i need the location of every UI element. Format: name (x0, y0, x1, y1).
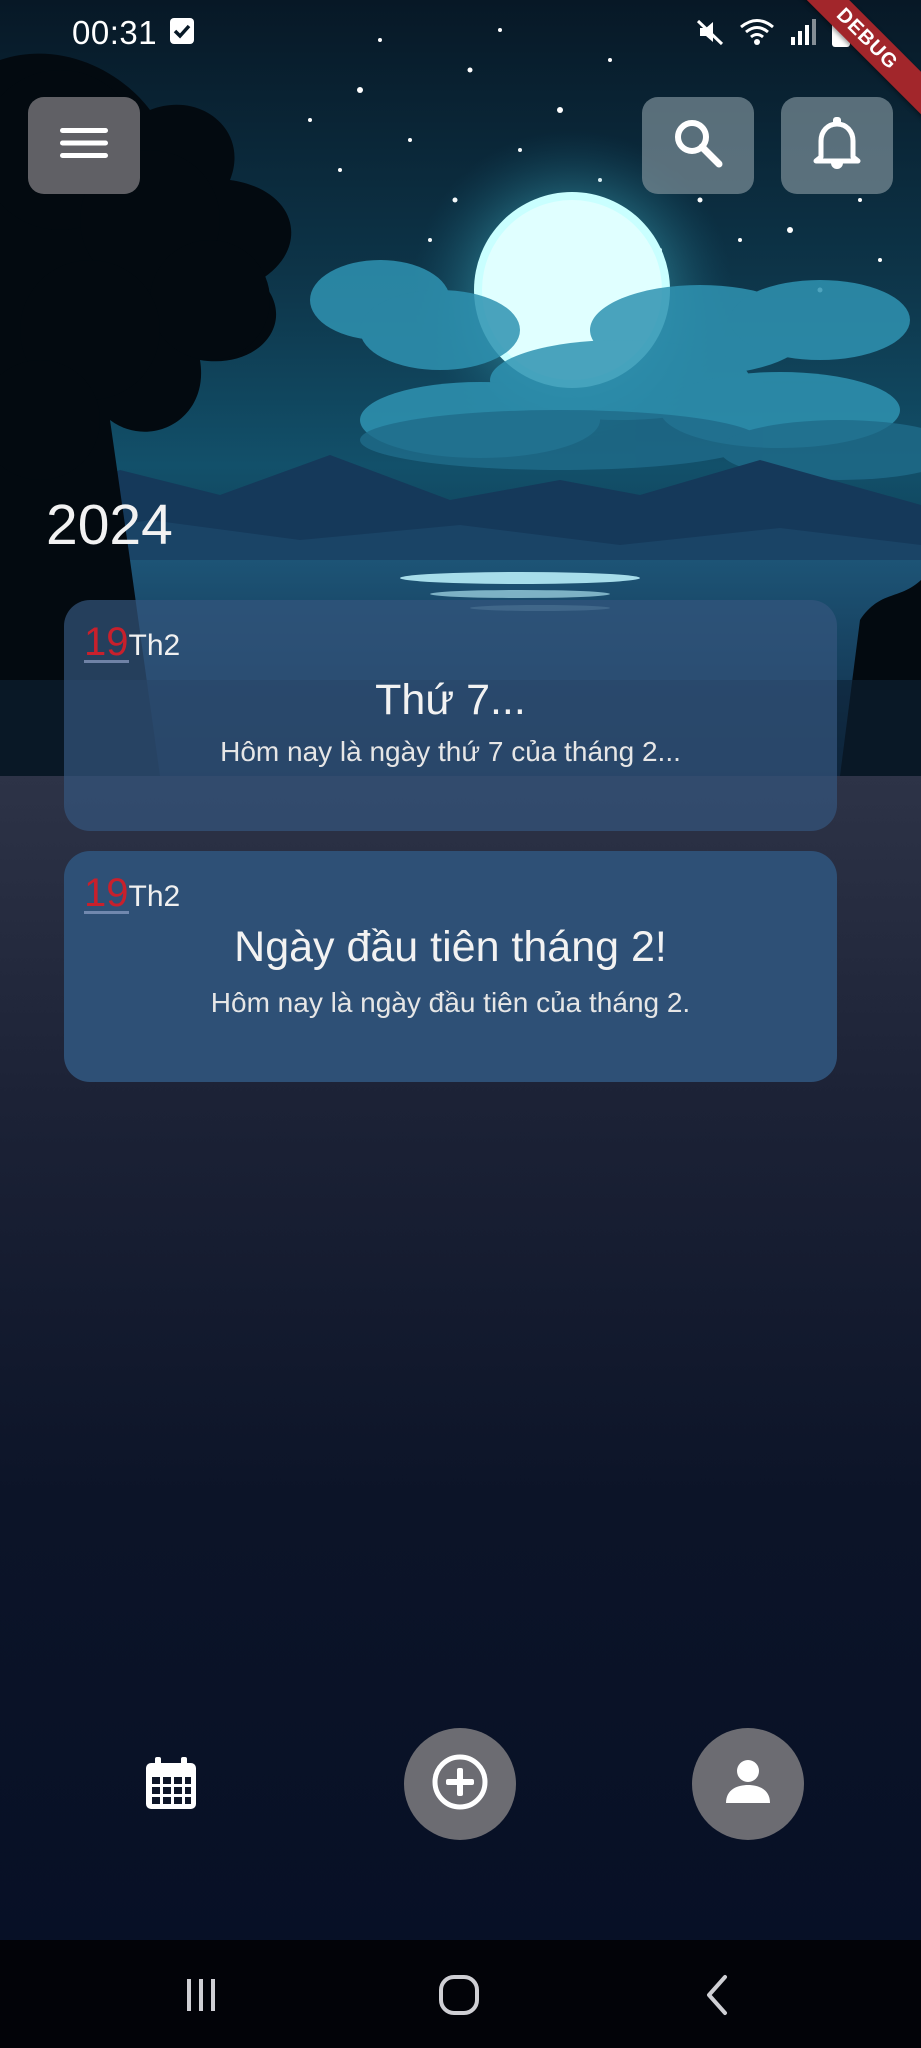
home-button[interactable] (434, 1970, 484, 2020)
recents-button[interactable] (176, 1970, 226, 2020)
note-title: Ngày đầu tiên tháng 2! (234, 923, 667, 971)
hamburger-menu-icon (58, 125, 110, 166)
bottom-navigation (0, 1728, 921, 1840)
calendar-button[interactable] (143, 1755, 199, 1811)
notifications-button[interactable] (781, 97, 893, 194)
status-bar: 00:31 DEBUG (0, 0, 921, 121)
note-date: 19 Th2 (84, 620, 180, 665)
note-day: 19 (84, 620, 129, 664)
add-circle-icon (431, 1753, 489, 1816)
profile-button[interactable] (692, 1728, 804, 1840)
add-note-button[interactable] (404, 1728, 516, 1840)
calendar-icon (143, 1757, 199, 1815)
bell-icon (813, 117, 861, 174)
system-navigation-bar (0, 1940, 921, 2048)
back-button[interactable] (692, 1970, 742, 2020)
search-button[interactable] (642, 97, 754, 194)
status-time: 00:31 (72, 14, 158, 51)
note-body: Hôm nay là ngày thứ 7 của tháng 2... (220, 736, 681, 767)
wifi-icon (739, 17, 775, 52)
note-body: Hôm nay là ngày đầu tiên của tháng 2. (210, 987, 691, 1018)
year-heading: 2024 (46, 493, 173, 557)
note-card[interactable]: 19 Th2 Thứ 7... Hôm nay là ngày thứ 7 củ… (64, 600, 837, 831)
mute-icon (695, 17, 725, 52)
note-day: 19 (84, 871, 129, 915)
menu-button[interactable] (28, 97, 140, 194)
note-card[interactable]: 19 Th2 Ngày đầu tiên tháng 2! Hôm nay là… (64, 851, 837, 1082)
note-month: Th2 (128, 629, 181, 662)
note-month: Th2 (128, 880, 181, 913)
signal-icon (789, 17, 817, 52)
note-date: 19 Th2 (84, 871, 180, 916)
person-icon (723, 1757, 773, 1812)
search-icon (672, 117, 724, 174)
checkbox-notification-icon (170, 18, 194, 44)
note-title: Thứ 7... (375, 676, 526, 724)
